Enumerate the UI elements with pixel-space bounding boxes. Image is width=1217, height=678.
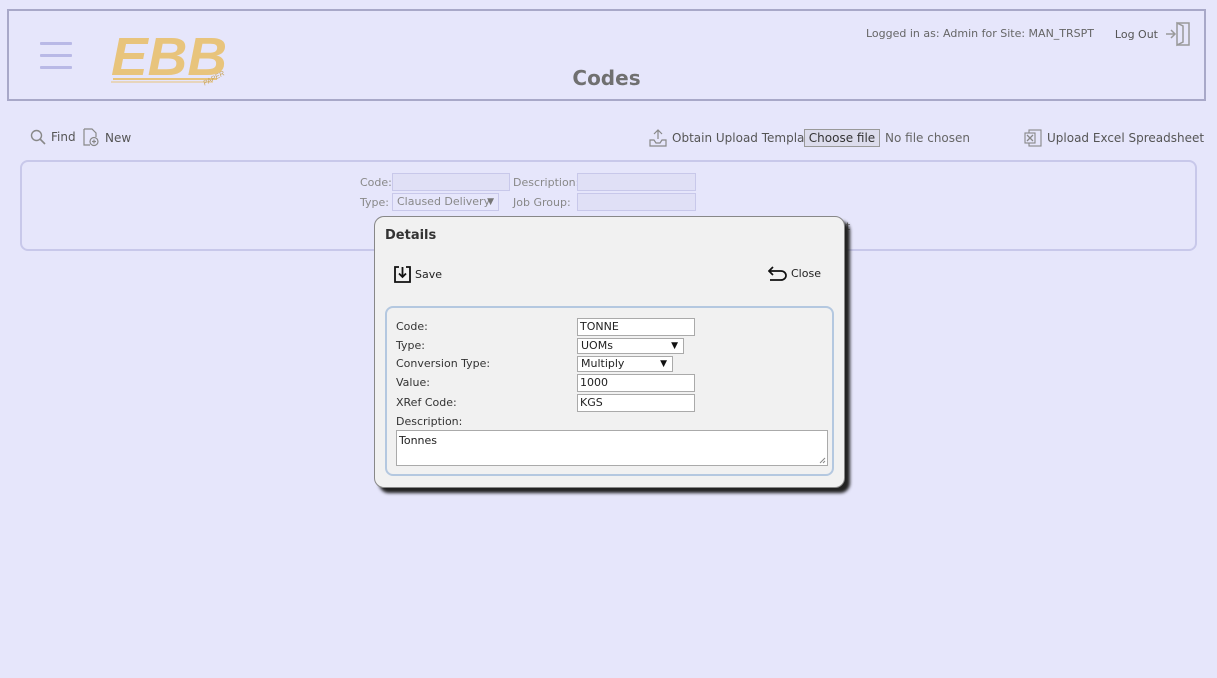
details-form: Code: TONNE Type: UOMs ▼ Conversion Type… bbox=[385, 306, 834, 476]
type-value: UOMs bbox=[581, 339, 613, 352]
details-title: Details bbox=[385, 228, 437, 243]
choose-file-button[interactable]: Choose file bbox=[804, 129, 880, 147]
description-label: Description: bbox=[396, 415, 463, 428]
filter-job-group-input[interactable] bbox=[577, 193, 696, 211]
filter-code-label: Code: bbox=[360, 176, 392, 189]
find-button[interactable]: Find bbox=[30, 129, 76, 145]
logout-button[interactable]: Log Out bbox=[1115, 21, 1192, 47]
header: EBB PAPER Codes Logged in as: Admin for … bbox=[7, 9, 1206, 101]
description-value: Tonnes bbox=[399, 434, 438, 447]
value-input[interactable]: 1000 bbox=[577, 374, 695, 392]
new-document-icon bbox=[83, 128, 99, 147]
filter-description-input[interactable] bbox=[577, 173, 696, 191]
user-info: Logged in as: Admin for Site: MAN_TRSPT bbox=[865, 27, 1094, 40]
filter-partial-text: t bbox=[846, 220, 851, 233]
filter-description-label: Description: bbox=[513, 176, 580, 189]
resize-grip-icon[interactable] bbox=[819, 457, 826, 464]
undo-arrow-icon bbox=[768, 266, 787, 281]
chevron-down-icon: ▼ bbox=[671, 341, 678, 351]
close-label: Close bbox=[791, 267, 821, 280]
new-label: New bbox=[105, 130, 132, 145]
conversion-type-value: Multiply bbox=[581, 357, 625, 370]
upload-label: Upload Excel Spreadsheet bbox=[1047, 131, 1205, 145]
filter-type-label: Type: bbox=[360, 196, 389, 209]
find-label: Find bbox=[51, 130, 76, 144]
details-dialog: Details Save Close Code: TONNE Type: UOM… bbox=[374, 216, 845, 488]
file-status: No file chosen bbox=[885, 131, 971, 145]
conversion-type-select[interactable]: Multiply ▼ bbox=[577, 356, 673, 372]
logout-icon bbox=[1166, 21, 1190, 47]
filter-job-group-label: Job Group: bbox=[513, 196, 571, 209]
save-label: Save bbox=[415, 268, 443, 281]
chevron-down-icon: ▼ bbox=[487, 197, 494, 207]
type-select[interactable]: UOMs ▼ bbox=[577, 338, 684, 354]
template-label: Obtain Upload Template bbox=[672, 131, 817, 145]
type-label: Type: bbox=[396, 339, 425, 352]
filter-code-input[interactable] bbox=[392, 173, 510, 191]
xref-code-label: XRef Code: bbox=[396, 396, 457, 409]
code-input[interactable]: TONNE bbox=[577, 318, 695, 336]
logout-label: Log Out bbox=[1114, 27, 1158, 41]
obtain-upload-template-button[interactable]: Obtain Upload Template bbox=[649, 129, 817, 147]
close-button[interactable]: Close bbox=[768, 266, 821, 281]
save-button[interactable]: Save bbox=[394, 266, 442, 283]
description-textarea[interactable]: Tonnes bbox=[396, 430, 828, 466]
code-label: Code: bbox=[396, 320, 428, 333]
upload-template-icon bbox=[649, 129, 667, 147]
upload-excel-button[interactable]: Upload Excel Spreadsheet bbox=[1024, 129, 1204, 147]
filter-type-value: Claused Delivery bbox=[397, 195, 491, 208]
chevron-down-icon: ▼ bbox=[660, 359, 667, 369]
filter-type-select[interactable]: Claused Delivery ▼ bbox=[392, 193, 499, 211]
new-button[interactable]: New bbox=[82, 128, 131, 147]
save-icon bbox=[394, 266, 411, 283]
value-label: Value: bbox=[396, 376, 430, 389]
search-icon bbox=[30, 129, 46, 145]
conversion-type-label: Conversion Type: bbox=[396, 357, 491, 370]
page-title: Codes bbox=[572, 66, 641, 90]
excel-icon bbox=[1024, 129, 1042, 147]
xref-code-input[interactable]: KGS bbox=[577, 394, 695, 412]
